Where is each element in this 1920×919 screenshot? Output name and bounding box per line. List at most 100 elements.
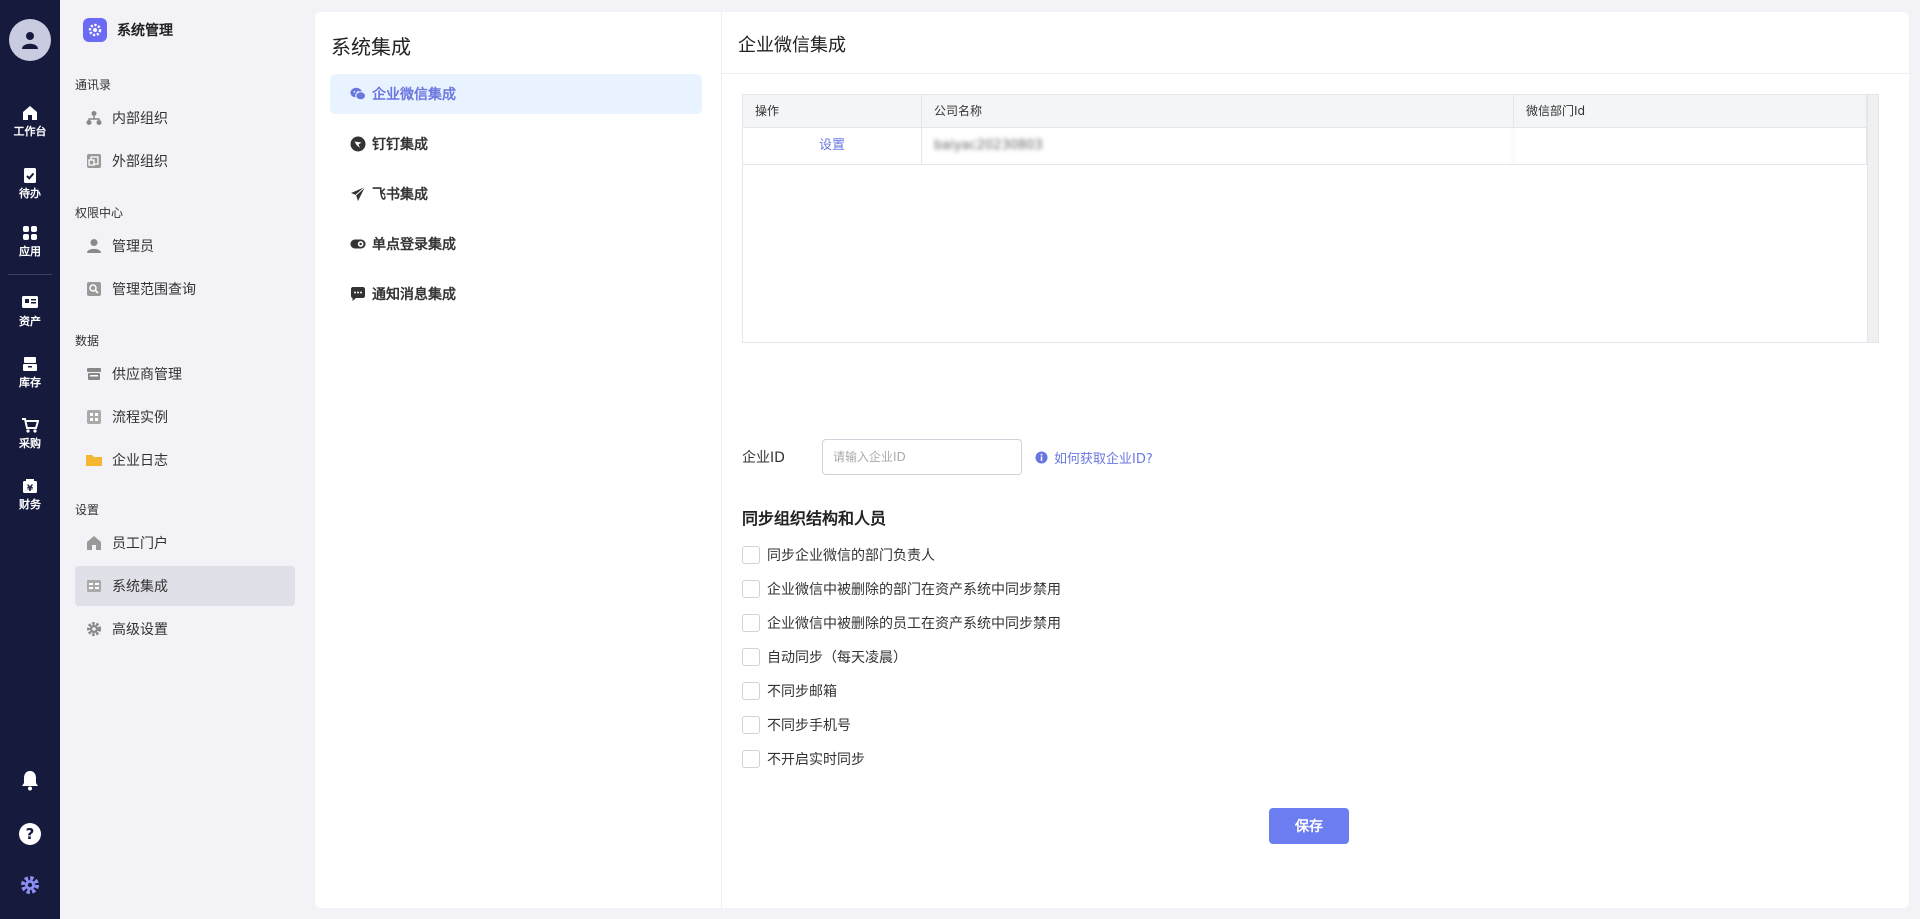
sidebar-item-internal-org[interactable]: 内部组织 <box>75 98 295 138</box>
integration-item-wecom[interactable]: 企业微信集成 <box>330 74 702 114</box>
checkbox-label: 不开启实时同步 <box>767 752 865 768</box>
toggle-icon <box>350 236 366 252</box>
system-gear-icon <box>83 18 107 42</box>
checkbox[interactable] <box>742 614 760 632</box>
rail-label: 应用 <box>19 245 41 258</box>
integration-item-label: 单点登录集成 <box>372 237 456 253</box>
help-icon: ? <box>19 823 41 845</box>
external-org-icon <box>85 152 103 170</box>
checkbox[interactable] <box>742 580 760 598</box>
sidebar-item-advanced-settings[interactable]: 高级设置 <box>75 609 295 649</box>
rail-item-apps[interactable]: 应用 <box>0 224 60 259</box>
settings-link[interactable]: 设置 <box>743 128 922 165</box>
integration-icon <box>85 577 103 595</box>
sync-section-title: 同步组织结构和人员 <box>742 509 887 528</box>
sidebar-item-label: 员工门户 <box>112 536 168 552</box>
portal-home-icon <box>85 534 103 552</box>
sidebar-item-label: 流程实例 <box>112 410 168 426</box>
integration-item-sso[interactable]: 单点登录集成 <box>330 224 702 264</box>
table-header: 操作 公司名称 微信部门Id <box>743 95 1867 128</box>
settings-gear-icon <box>21 876 39 894</box>
folder-icon <box>85 451 103 469</box>
rail-label: 库存 <box>19 376 41 389</box>
checkbox-label: 企业微信中被删除的员工在资产系统中同步禁用 <box>767 616 1061 632</box>
sync-option-dept-leader[interactable]: 同步企业微信的部门负责人 <box>742 545 935 565</box>
detail-divider <box>722 73 1909 74</box>
apps-grid-icon <box>23 226 37 240</box>
asset-card-icon <box>22 296 38 308</box>
sync-option-auto-sync[interactable]: 自动同步（每天凌晨） <box>742 647 907 667</box>
sidebar-item-external-org[interactable]: 外部组织 <box>75 141 295 181</box>
sidebar-item-label: 管理员 <box>112 239 154 255</box>
sync-option-no-realtime[interactable]: 不开启实时同步 <box>742 749 865 769</box>
corp-id-input[interactable] <box>822 439 1022 475</box>
sidebar-title: 系统管理 <box>117 23 173 39</box>
table-row: 设置 baiyac20230803 <box>743 128 1867 165</box>
admin-user-icon <box>85 237 103 255</box>
checkbox[interactable] <box>742 648 760 666</box>
sidebar-header: 系统管理 <box>83 18 173 42</box>
checkbox[interactable] <box>742 750 760 768</box>
checkbox[interactable] <box>742 716 760 734</box>
sidebar-item-process-instance[interactable]: 流程实例 <box>75 397 295 437</box>
checkbox-label: 不同步邮箱 <box>767 684 837 700</box>
sync-option-disable-deleted-employee[interactable]: 企业微信中被删除的员工在资产系统中同步禁用 <box>742 613 1061 633</box>
sidebar-group-contacts: 通讯录 <box>75 78 112 92</box>
company-table: 操作 公司名称 微信部门Id 设置 baiyac20230803 <box>742 94 1879 343</box>
sidebar-item-employee-portal[interactable]: 员工门户 <box>75 523 295 563</box>
corp-id-help-link[interactable]: 如何获取企业ID? <box>1035 448 1153 467</box>
main-card: 系统集成 企业微信集成 钉钉集成 飞书集成 单点登录集成 通知消息集成 企业微信… <box>315 12 1909 908</box>
sync-option-no-email[interactable]: 不同步邮箱 <box>742 681 837 701</box>
settings-button[interactable] <box>0 874 60 896</box>
gear-icon <box>85 620 103 638</box>
rail-item-todo[interactable]: 待办 <box>0 166 60 201</box>
checkbox-label: 同步企业微信的部门负责人 <box>767 548 935 564</box>
save-button[interactable]: 保存 <box>1269 808 1349 844</box>
user-avatar[interactable] <box>9 19 51 61</box>
dingtalk-icon <box>350 136 366 152</box>
sidebar-item-label: 外部组织 <box>112 154 168 170</box>
sidebar-item-system-integration[interactable]: 系统集成 <box>75 566 295 606</box>
chat-bubble-icon <box>350 286 366 302</box>
sync-option-no-phone[interactable]: 不同步手机号 <box>742 715 851 735</box>
checkbox[interactable] <box>742 682 760 700</box>
settings-sidebar: 系统管理 通讯录 内部组织 外部组织 权限中心 管理员 管理范围查询 数据 供应… <box>60 0 306 919</box>
integration-item-notification[interactable]: 通知消息集成 <box>330 274 702 314</box>
rail-item-assets[interactable]: 资产 <box>0 294 60 329</box>
sidebar-item-label: 供应商管理 <box>112 367 182 383</box>
checkbox-label: 企业微信中被删除的部门在资产系统中同步禁用 <box>767 582 1061 598</box>
sidebar-item-scope-query[interactable]: 管理范围查询 <box>75 269 295 309</box>
home-icon <box>23 106 37 120</box>
integration-title: 系统集成 <box>331 35 411 59</box>
company-name-cell: baiyac20230803 <box>922 128 1514 165</box>
help-text: 如何获取企业ID? <box>1054 452 1153 467</box>
column-header: 微信部门Id <box>1514 95 1867 128</box>
help-button[interactable]: ? <box>0 822 60 846</box>
integration-item-label: 飞书集成 <box>372 187 428 203</box>
bell-icon <box>22 771 38 791</box>
search-scope-icon <box>85 280 103 298</box>
rail-item-inventory[interactable]: 库存 <box>0 355 60 390</box>
rail-item-workbench[interactable]: 工作台 <box>0 104 60 139</box>
integration-item-label: 通知消息集成 <box>372 287 456 303</box>
rail-item-finance[interactable]: ¥ 财务 <box>0 477 60 512</box>
inventory-icon <box>23 357 37 371</box>
sidebar-item-label: 管理范围查询 <box>112 282 196 298</box>
table-scrollbar[interactable] <box>1867 95 1878 342</box>
notifications-button[interactable] <box>0 769 60 791</box>
integration-item-dingtalk[interactable]: 钉钉集成 <box>330 124 702 164</box>
sidebar-item-enterprise-log[interactable]: 企业日志 <box>75 440 295 480</box>
user-icon <box>22 32 38 49</box>
svg-text:¥: ¥ <box>27 484 34 494</box>
integration-item-feishu[interactable]: 飞书集成 <box>330 174 702 214</box>
rail-item-purchase[interactable]: 采购 <box>0 416 60 451</box>
sync-option-disable-deleted-dept[interactable]: 企业微信中被删除的部门在资产系统中同步禁用 <box>742 579 1061 599</box>
sidebar-item-supplier[interactable]: 供应商管理 <box>75 354 295 394</box>
rail-label: 待办 <box>19 187 41 200</box>
org-tree-icon <box>85 109 103 127</box>
checkbox[interactable] <box>742 546 760 564</box>
corp-id-label: 企业ID <box>742 450 785 466</box>
sidebar-item-admin[interactable]: 管理员 <box>75 226 295 266</box>
rail-label: 财务 <box>19 498 41 511</box>
rail-divider <box>8 274 52 275</box>
